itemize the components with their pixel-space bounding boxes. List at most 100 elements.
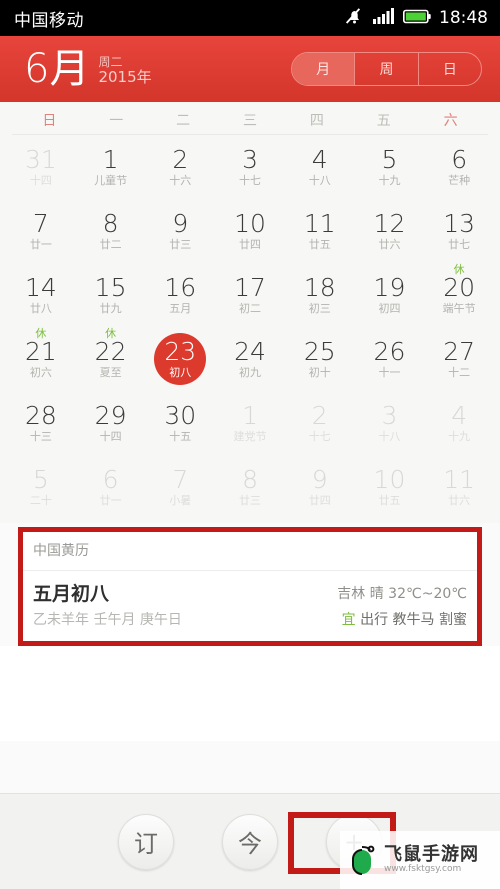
day-cell-2[interactable]: 2 十七 — [285, 391, 355, 455]
day-cell-20[interactable]: 休 20 端午节 — [424, 263, 494, 327]
week-row: 休 21 初六休 22 夏至 23 初八 24 初九 25 初十 26 十一 27 十二 — [6, 327, 494, 391]
weather-label: 吉林 晴 32℃~20℃ — [337, 586, 467, 602]
day-lunar-label: 廿四 — [239, 238, 262, 251]
day-lunar-label: 初四 — [378, 302, 401, 315]
day-number: 27 — [443, 337, 476, 366]
day-lunar-label: 初十 — [308, 366, 331, 379]
current-month-block[interactable]: 6月 周二 2015年 — [24, 49, 152, 89]
day-cell-16[interactable]: 16 五月 — [145, 263, 215, 327]
day-cell-25[interactable]: 25 初十 — [285, 327, 355, 391]
tab-day-view[interactable]: 日 — [417, 53, 481, 85]
day-lunar-label: 十九 — [448, 430, 471, 443]
day-cell-9[interactable]: 9 廿三 — [145, 199, 215, 263]
day-cell-7[interactable]: 7 廿一 — [6, 199, 76, 263]
day-cell-6[interactable]: 6 芒种 — [424, 135, 494, 199]
almanac-card[interactable]: 中国黄历 五月初八 乙未羊年 壬午月 庚午日 吉林 晴 32℃~20℃ 宜 出行… — [18, 527, 482, 646]
tab-month-view[interactable]: 月 — [292, 53, 355, 85]
day-cell-10[interactable]: 10 廿五 — [355, 455, 425, 519]
day-number: 13 — [443, 209, 476, 238]
day-number: 20 — [443, 273, 476, 302]
day-cell-5[interactable]: 5 十九 — [355, 135, 425, 199]
day-cell-11[interactable]: 11 廿五 — [285, 199, 355, 263]
day-cell-13[interactable]: 13 廿七 — [424, 199, 494, 263]
view-mode-segmented-control[interactable]: 月 周 日 — [291, 52, 482, 86]
day-cell-1[interactable]: 1 建党节 — [215, 391, 285, 455]
rest-day-badge: 休 — [453, 263, 465, 276]
weekday-header-2: 二 — [176, 113, 191, 129]
month-grid[interactable]: 31 十四 1 儿童节 2 十六 3 十七 4 十八 5 十九 6 芒种 7 廿一 8 廿二 9 廿三 10 廿四 11 廿五… — [6, 135, 494, 523]
day-number: 1 — [242, 401, 258, 430]
day-cell-12[interactable]: 12 廿六 — [355, 199, 425, 263]
day-cell-24[interactable]: 24 初九 — [215, 327, 285, 391]
day-lunar-label: 十五 — [169, 430, 192, 443]
day-lunar-label: 建党节 — [233, 430, 267, 443]
day-number: 5 — [32, 465, 49, 494]
header-subtext: 周二 2015年 — [98, 55, 151, 87]
day-lunar-label: 廿六 — [378, 238, 401, 251]
today-button[interactable]: 今 — [222, 813, 278, 870]
status-icons: 18:48 — [345, 7, 488, 29]
auspicious-line: 宜 出行 教牛马 割蜜 — [337, 609, 467, 631]
day-lunar-label: 十四 — [29, 174, 52, 187]
day-cell-30[interactable]: 30 十五 — [145, 391, 215, 455]
day-cell-4[interactable]: 4 十八 — [285, 135, 355, 199]
day-cell-22[interactable]: 休 22 夏至 — [76, 327, 146, 391]
day-lunar-label: 廿九 — [99, 302, 122, 315]
day-cell-27[interactable]: 27 十二 — [424, 327, 494, 391]
day-number: 10 — [373, 465, 406, 494]
ganzhi-label: 乙未羊年 壬午月 庚午日 — [33, 612, 182, 628]
day-lunar-label: 十一 — [378, 366, 401, 379]
day-cell-7[interactable]: 7 小暑 — [145, 455, 215, 519]
subscribe-button[interactable]: 订 — [118, 813, 174, 870]
weekday-header-4: 四 — [309, 113, 324, 129]
day-cell-6[interactable]: 6 廿一 — [76, 455, 146, 519]
watermark-name: 飞鼠手游网 — [384, 843, 479, 865]
day-number: 2 — [172, 145, 189, 174]
day-cell-3[interactable]: 3 十八 — [355, 391, 425, 455]
day-cell-3[interactable]: 3 十七 — [215, 135, 285, 199]
weekday-header-3: 三 — [243, 113, 257, 129]
day-cell-15[interactable]: 15 廿九 — [76, 263, 146, 327]
week-row: 14 廿八 15 廿九 16 五月 17 初二 18 初三 19 初四休 20 端午节 — [6, 263, 494, 327]
day-cell-18[interactable]: 18 初三 — [285, 263, 355, 327]
day-lunar-label: 十三 — [29, 430, 52, 443]
status-bar: 中国移动 18:48 — [0, 0, 500, 36]
day-cell-31[interactable]: 31 十四 — [6, 135, 76, 199]
day-cell-4[interactable]: 4 十九 — [424, 391, 494, 455]
day-cell-10[interactable]: 10 廿四 — [215, 199, 285, 263]
yi-label: 宜 — [341, 612, 356, 628]
day-cell-23[interactable]: 23 初八 — [145, 327, 215, 391]
day-cell-2[interactable]: 2 十六 — [145, 135, 215, 199]
day-cell-29[interactable]: 29 十四 — [76, 391, 146, 455]
day-cell-17[interactable]: 17 初二 — [215, 263, 285, 327]
rest-day-badge: 休 — [105, 327, 117, 340]
day-lunar-label: 初二 — [239, 302, 262, 315]
watermark-url: www.fsktgsy.com — [384, 863, 462, 874]
day-number: 17 — [234, 273, 266, 302]
day-cell-5[interactable]: 5 二十 — [6, 455, 76, 519]
rest-day-badge: 休 — [35, 327, 47, 340]
day-cell-26[interactable]: 26 十一 — [355, 327, 425, 391]
weekday-header-6: 六 — [443, 113, 458, 129]
calendar-header: 6月 周二 2015年 月 周 日 — [0, 36, 500, 102]
day-number: 8 — [102, 209, 119, 238]
day-cell-8[interactable]: 8 廿三 — [215, 455, 285, 519]
day-lunar-label: 十八 — [378, 430, 401, 443]
day-cell-8[interactable]: 8 廿二 — [76, 199, 146, 263]
almanac-left: 五月初八 乙未羊年 壬午月 庚午日 — [33, 581, 182, 631]
day-number: 9 — [172, 209, 189, 238]
bell-muted-icon — [345, 7, 365, 29]
tab-week-view[interactable]: 周 — [354, 53, 417, 85]
day-cell-9[interactable]: 9 廿四 — [285, 455, 355, 519]
day-cell-21[interactable]: 休 21 初六 — [6, 327, 76, 391]
day-cell-19[interactable]: 19 初四 — [355, 263, 425, 327]
day-cell-14[interactable]: 14 廿八 — [6, 263, 76, 327]
almanac-card-body: 五月初八 乙未羊年 壬午月 庚午日 吉林 晴 32℃~20℃ 宜 出行 教牛马 … — [19, 571, 481, 645]
day-cell-11[interactable]: 11 廿六 — [424, 455, 494, 519]
day-cell-1[interactable]: 1 儿童节 — [76, 135, 146, 199]
day-number: 6 — [102, 465, 119, 494]
day-cell-28[interactable]: 28 十三 — [6, 391, 76, 455]
day-lunar-label: 端午节 — [442, 302, 476, 315]
day-number: 7 — [32, 209, 49, 238]
day-lunar-label: 廿六 — [448, 494, 471, 507]
